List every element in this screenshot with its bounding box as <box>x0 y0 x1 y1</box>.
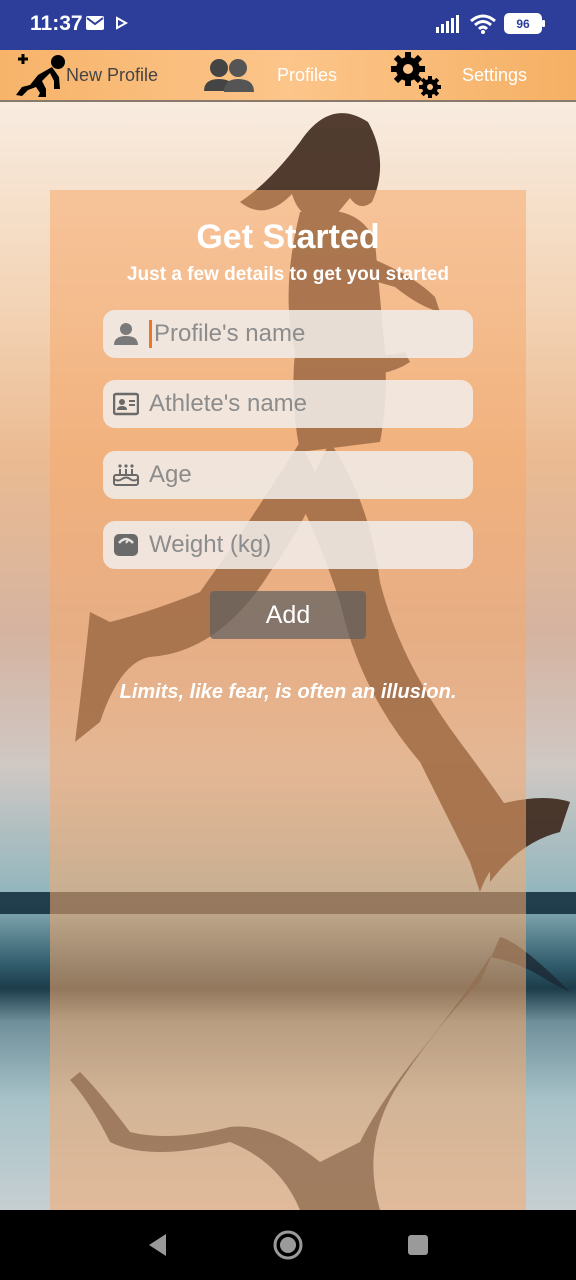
add-button[interactable]: Add <box>210 591 366 639</box>
profile-name-field[interactable] <box>103 310 473 358</box>
scale-icon <box>103 521 149 569</box>
battery-icon: 96 <box>504 13 545 34</box>
athlete-name-field[interactable] <box>103 380 473 428</box>
motivational-quote: Limits, like fear, is often an illusion. <box>119 681 457 703</box>
top-navigation: New Profile Profiles Settings <box>0 50 576 102</box>
battery-level: 96 <box>516 16 530 31</box>
weight-input[interactable] <box>149 531 449 559</box>
home-icon[interactable] <box>272 1229 304 1261</box>
status-time: 11:37 <box>30 12 83 35</box>
play-icon <box>116 16 128 30</box>
page-title: Get Started <box>196 218 380 256</box>
mail-icon <box>86 16 104 30</box>
id-card-icon <box>103 380 149 428</box>
nav-new-profile[interactable]: New Profile <box>12 50 158 100</box>
person-icon <box>103 310 149 358</box>
nav-settings-label: Settings <box>462 64 528 85</box>
signal-icon <box>436 14 459 33</box>
weight-field[interactable] <box>103 521 473 569</box>
nav-profiles[interactable]: Profiles <box>202 50 337 100</box>
age-field[interactable] <box>103 451 473 499</box>
nav-settings[interactable]: Settings <box>388 50 527 100</box>
status-bar: 11:37 96 <box>0 0 576 50</box>
age-input[interactable] <box>149 461 449 489</box>
birthday-cake-icon <box>103 451 149 499</box>
gears-icon <box>391 52 441 98</box>
recents-icon[interactable] <box>407 1234 429 1256</box>
new-profile-icon <box>16 54 65 97</box>
profiles-icon <box>204 59 254 92</box>
nav-profiles-label: Profiles <box>277 64 338 85</box>
system-navigation-bar <box>0 1210 576 1280</box>
profile-name-input[interactable] <box>149 320 454 348</box>
nav-new-profile-label: New Profile <box>66 64 159 85</box>
wifi-icon <box>470 14 496 34</box>
back-icon[interactable] <box>146 1232 168 1258</box>
page-subtitle: Just a few details to get you started <box>126 264 450 285</box>
athlete-name-input[interactable] <box>149 390 449 418</box>
